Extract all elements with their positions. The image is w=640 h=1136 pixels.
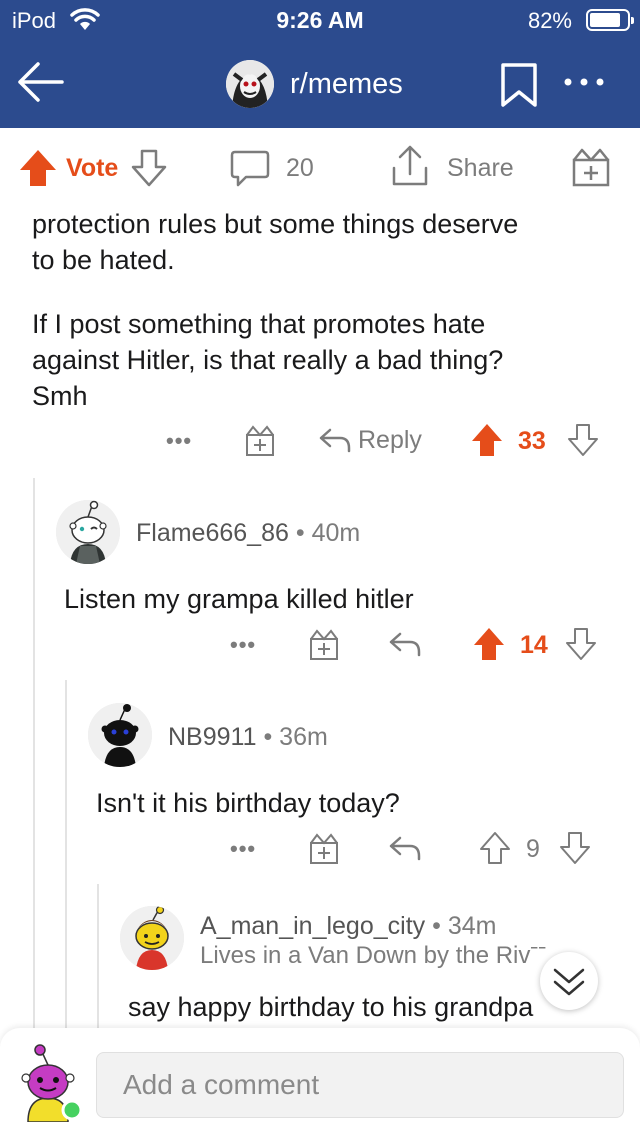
upvote-icon[interactable] [478,830,512,866]
comment-composer: Add a comment [0,1028,640,1136]
comment-meta: A_man_in_lego_city • 34m [200,912,496,941]
parent-comment-actions: ••• Reply 33 [0,420,640,460]
avatar[interactable] [88,703,152,767]
meta-separator: • [295,519,305,547]
meta-separator: • [432,912,441,940]
meta-separator: • [263,723,273,751]
comment-text-line: Smh [32,381,88,411]
back-arrow-icon[interactable] [14,56,66,108]
comment-score: 14 [520,631,548,659]
comment-text: Isn't it his birthday today? [96,788,400,818]
chevron-double-down-icon [553,968,585,996]
reply-icon[interactable] [388,630,422,658]
gift-icon[interactable] [244,424,276,458]
subreddit-avatar[interactable] [226,60,274,108]
comment-author[interactable]: A_man_in_lego_city [200,912,425,940]
nav-header: r/memes [0,40,640,128]
comment-age: 40m [311,519,361,547]
downvote-icon[interactable] [566,422,600,458]
comment-text-line: protection rules but some things deserve [32,209,519,239]
downvote-icon[interactable] [564,626,598,662]
thread-line[interactable] [33,478,35,1038]
share-label[interactable]: Share [447,154,514,183]
upvote-icon[interactable] [470,422,504,458]
gift-icon[interactable] [570,146,612,188]
avatar[interactable] [56,500,120,564]
next-comment-button[interactable] [540,952,598,1010]
user-avatar[interactable] [14,1042,83,1123]
upvote-icon[interactable] [472,626,506,662]
downvote-icon[interactable] [558,830,592,866]
post-action-bar: Vote 20 Share [0,128,640,206]
add-comment-input[interactable]: Add a comment [96,1052,624,1118]
thread-line[interactable] [97,884,99,1038]
gift-icon[interactable] [308,628,340,662]
comment-count: 20 [286,154,314,182]
more-icon[interactable] [562,72,606,92]
comment-text-line: If I post something that promotes hate [32,309,486,339]
vote-label: Vote [66,154,119,182]
subreddit-title[interactable]: r/memes [290,68,403,101]
more-options-button[interactable]: ••• [230,632,256,658]
comment-text: Listen my grampa killed hitler [64,584,414,614]
reply-icon[interactable] [318,426,352,454]
comment-age: 34m [447,912,497,940]
battery-icon [586,9,634,31]
share-icon[interactable] [390,144,430,188]
reply-icon[interactable] [388,834,422,862]
battery-percent: 82% [527,8,572,33]
reply-button[interactable]: Reply [358,426,422,455]
comment-author[interactable]: NB9911 [168,723,257,751]
comment-meta: NB9911 • 36m [168,723,328,752]
upvote-icon[interactable] [18,148,58,188]
comment-meta: Flame666_86 • 40m [136,519,360,548]
comment-icon[interactable] [230,148,270,188]
bookmark-icon[interactable] [500,62,538,108]
comment-score: 33 [518,427,546,455]
comment-score: 9 [526,835,540,863]
parent-comment-body: protection rules but some things deserve… [32,206,622,414]
comment-actions: ••• 14 [0,624,640,664]
avatar[interactable] [120,906,184,970]
status-bar: iPod 9:26 AM 82% [0,0,640,40]
downvote-icon[interactable] [130,148,168,188]
gift-icon[interactable] [308,832,340,866]
comment-actions: ••• 9 [0,828,640,868]
comment-text-line: against Hitler, is that really a bad thi… [32,345,504,375]
comment-author[interactable]: Flame666_86 [136,519,289,547]
more-options-button[interactable]: ••• [230,836,256,862]
comment-age: 36m [279,723,328,751]
user-flair: Lives in a Van Down by the Rivˉˉ [200,942,547,969]
comment-text-line: to be hated. [32,245,175,275]
more-options-button[interactable]: ••• [166,428,192,454]
